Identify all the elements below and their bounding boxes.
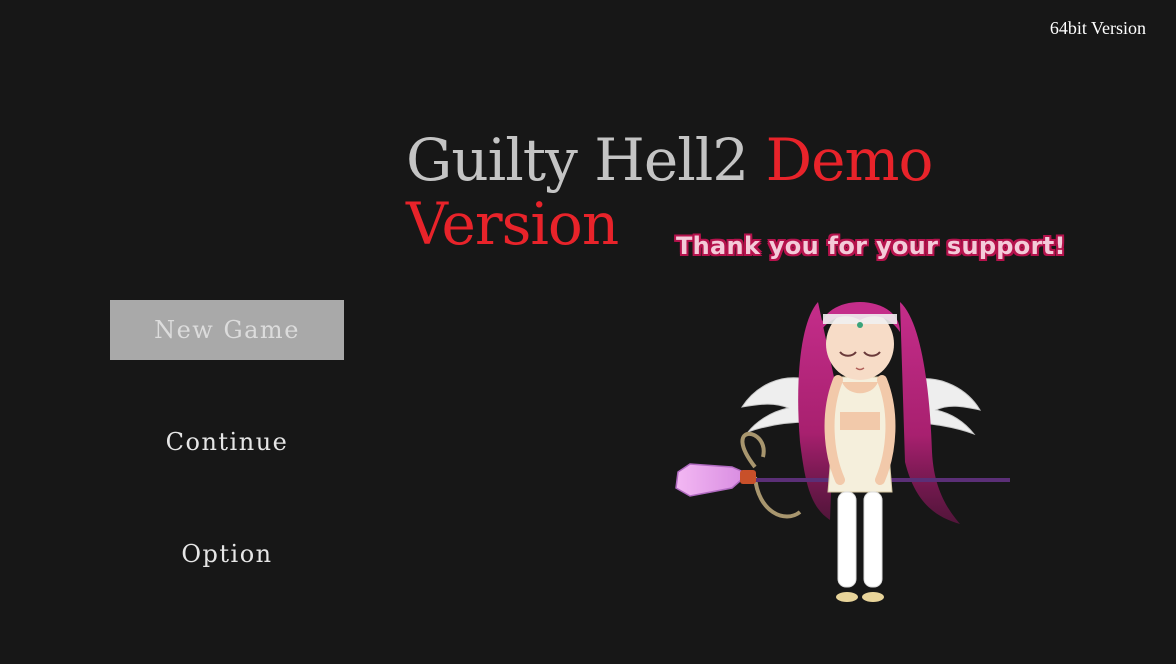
continue-button[interactable]: Continue — [110, 412, 344, 472]
support-message: Thank you for your support! — [676, 232, 1066, 260]
new-game-button[interactable]: New Game — [110, 300, 344, 360]
title-screen: 64bit Version Guilty Hell2 Demo Version … — [0, 0, 1176, 664]
version-label: 64bit Version — [1049, 18, 1146, 38]
staff-crystal — [675, 463, 750, 497]
game-title-main: Guilty Hell2 — [406, 126, 766, 194]
option-button[interactable]: Option — [110, 524, 344, 584]
angel-girl-character — [675, 302, 1010, 602]
